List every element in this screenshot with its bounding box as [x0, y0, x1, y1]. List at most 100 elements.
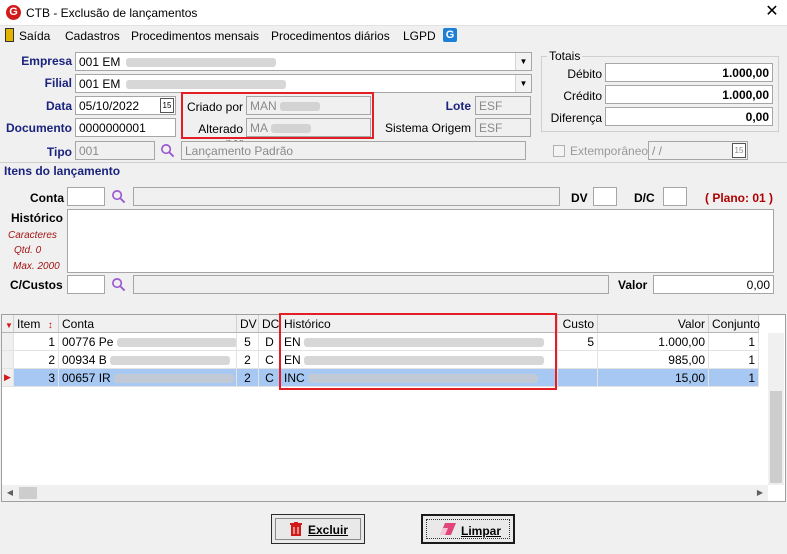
tipo-label: Tipo — [46, 145, 72, 159]
dv-input[interactable] — [593, 187, 617, 206]
grid-header-valor[interactable]: Valor — [598, 315, 709, 333]
conta-desc-input — [133, 187, 560, 206]
app-logo-icon: G — [6, 5, 21, 20]
historico-highlight-box — [279, 313, 557, 390]
documento-label: Documento — [6, 121, 72, 135]
lote-input: ESF — [475, 96, 531, 115]
valor-label: Valor — [618, 278, 648, 292]
data-input[interactable]: 05/10/2022 15 — [75, 96, 176, 115]
sistema-origem-input: ESF — [475, 118, 531, 137]
grid-vertical-scrollbar[interactable] — [768, 333, 784, 485]
diferenca-value: 0,00 — [605, 107, 773, 126]
exit-door-icon — [5, 28, 14, 42]
tipo-code-input[interactable]: 001 — [75, 141, 155, 160]
scroll-thumb[interactable] — [19, 487, 37, 499]
tipo-desc-value: Lançamento Padrão — [185, 144, 294, 158]
dc-input[interactable] — [663, 187, 687, 206]
cell-dv: 2 — [237, 369, 259, 387]
sistema-origem-label: Sistema Origem — [384, 121, 471, 135]
credito-value: 1.000,00 — [605, 85, 773, 104]
filial-combo[interactable]: 001 EM ▼ — [75, 74, 532, 93]
grid-header-indicator: ▼ — [2, 315, 14, 333]
grid-header-dv[interactable]: DV — [237, 315, 259, 333]
cell-valor: 1.000,00 — [598, 333, 709, 351]
menu-procedimentos-mensais[interactable]: Procedimentos mensais — [131, 29, 259, 43]
search-icon[interactable] — [111, 189, 126, 204]
grid-header-dc[interactable]: DC — [259, 315, 281, 333]
row-pointer-icon: ▶ — [2, 369, 14, 387]
menu-cadastros[interactable]: Cadastros — [65, 29, 120, 43]
documento-value: 0000000001 — [79, 121, 146, 135]
conta-input[interactable] — [67, 187, 105, 206]
grid-header-custo[interactable]: Custo — [558, 315, 598, 333]
dv-label: DV — [571, 191, 588, 205]
extemporaneo-date-value: / / — [652, 144, 663, 158]
cell-conta: 00934 B — [59, 351, 237, 369]
grid-header-item-label: Item — [17, 317, 41, 331]
cell-conta-text: 00657 IR — [62, 371, 111, 385]
search-icon[interactable] — [111, 277, 126, 292]
cell-valor: 985,00 — [598, 351, 709, 369]
ccustos-input[interactable] — [67, 275, 105, 294]
excluir-button-label: Excluir — [308, 523, 349, 537]
diferenca-label: Diferença — [550, 111, 602, 125]
scroll-left-icon[interactable]: ◀ — [2, 485, 18, 501]
grid-header-conjunto[interactable]: Conjunto — [709, 315, 760, 333]
close-icon[interactable]: ✕ — [762, 2, 782, 22]
data-value: 05/10/2022 — [79, 99, 140, 113]
plano-text: ( Plano: 01 ) — [705, 191, 774, 205]
filial-value: 001 EM — [79, 77, 121, 91]
totais-title: Totais — [547, 49, 583, 63]
calendar-icon[interactable]: 15 — [160, 98, 174, 113]
conta-label: Conta — [30, 191, 64, 205]
limpar-button-label: Limpar — [461, 524, 502, 538]
alterado-input: MA — [246, 118, 371, 137]
window-title: CTB - Exclusão de lançamentos — [26, 6, 198, 20]
search-icon[interactable] — [160, 143, 175, 158]
cell-conjunto: 1 — [709, 369, 759, 387]
scroll-right-icon[interactable]: ▶ — [752, 485, 768, 501]
cell-dc: C — [259, 351, 281, 369]
empresa-label: Empresa — [21, 54, 72, 68]
documento-input[interactable]: 0000000001 — [75, 118, 176, 137]
caracteres-label: Caracteres — [8, 230, 57, 241]
extemporaneo-checkbox[interactable] — [553, 145, 565, 157]
cell-item: 2 — [14, 351, 59, 369]
debito-label: Débito — [567, 67, 602, 81]
extemporaneo-label: Extemporâneo — [570, 144, 649, 158]
scroll-thumb[interactable] — [770, 391, 782, 483]
qtd-label: Qtd. 0 — [14, 245, 42, 256]
criado-label: Criado por — [186, 100, 243, 114]
section-divider — [0, 162, 787, 163]
itens-section-title: Itens do lançamento — [4, 164, 121, 178]
grid-header-conta[interactable]: Conta — [59, 315, 237, 333]
lote-value: ESF — [479, 99, 503, 113]
tipo-code-value: 001 — [79, 144, 100, 158]
menu-lgpd[interactable]: LGPD — [403, 29, 436, 43]
grid-header-item[interactable]: Item ↕ — [14, 315, 59, 333]
chevron-down-icon[interactable]: ▼ — [515, 53, 531, 70]
limpar-button[interactable]: Limpar — [421, 514, 515, 544]
empresa-combo[interactable]: 001 EM ▼ — [75, 52, 532, 71]
g-app-icon[interactable]: G — [443, 28, 457, 42]
eraser-icon — [440, 523, 456, 535]
row-indicator — [2, 333, 14, 351]
menu-procedimentos-diarios[interactable]: Procedimentos diários — [271, 29, 390, 43]
cell-conjunto: 1 — [709, 333, 759, 351]
tipo-desc-input: Lançamento Padrão — [181, 141, 526, 160]
historico-textarea[interactable] — [67, 209, 774, 273]
sistema-origem-value: ESF — [479, 121, 503, 135]
cell-item: 1 — [14, 333, 59, 351]
dc-label: D/C — [634, 191, 655, 205]
valor-input[interactable]: 0,00 — [653, 275, 774, 294]
menu-saida[interactable]: Saída — [19, 29, 50, 43]
grid-horizontal-scrollbar[interactable]: ◀ ▶ — [2, 485, 768, 501]
cell-conta-text: 00776 Pe — [62, 335, 114, 349]
cell-custo — [558, 369, 598, 387]
chevron-down-icon[interactable]: ▼ — [515, 75, 531, 92]
cell-conta: 00657 IR — [59, 369, 237, 387]
excluir-button[interactable]: Excluir — [271, 514, 365, 544]
filial-label: Filial — [44, 76, 72, 90]
cell-custo — [558, 351, 598, 369]
cell-dv: 2 — [237, 351, 259, 369]
